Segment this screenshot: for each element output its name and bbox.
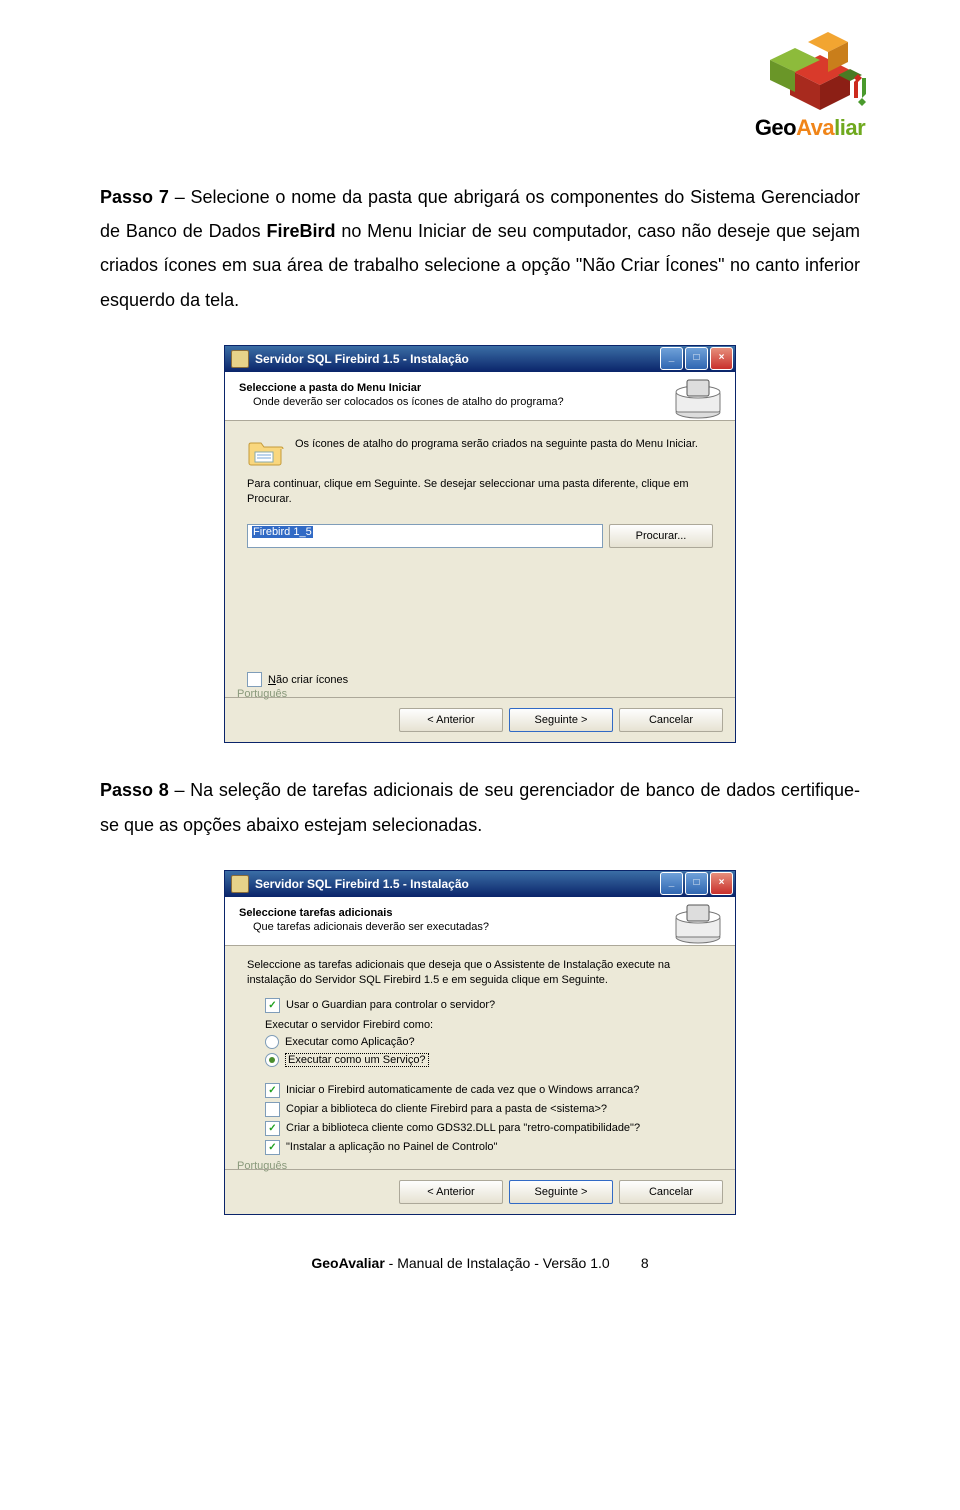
run-as-service-radio[interactable] [265, 1053, 279, 1067]
button-bar: < Anterior Seguinte > Cancelar [225, 1169, 735, 1214]
guardian-label: Usar o Guardian para controlar o servido… [286, 999, 495, 1011]
gds32-label: Criar a biblioteca cliente como GDS32.DL… [286, 1122, 640, 1134]
wizard-header: Seleccione a pasta do Menu Iniciar Onde … [225, 372, 735, 421]
installer-icon [231, 350, 249, 368]
wizard-body: Os ícones de atalho do programa serão cr… [225, 421, 735, 698]
run-as-app-radio[interactable] [265, 1035, 279, 1049]
titlebar[interactable]: Servidor SQL Firebird 1.5 - Instalação _… [225, 346, 735, 372]
step-8-paragraph: Passo 8 – Na seleção de tarefas adiciona… [100, 773, 860, 841]
guardian-checkbox[interactable]: ✓ [265, 998, 280, 1013]
disk-icon [673, 903, 723, 945]
logo-cube-icon [750, 20, 870, 115]
control-panel-checkbox[interactable]: ✓ [265, 1140, 280, 1155]
maximize-button[interactable]: □ [685, 347, 708, 370]
copy-lib-label: Copiar a biblioteca do cliente Firebird … [286, 1103, 607, 1115]
installer-icon [231, 875, 249, 893]
intro-text: Seleccione as tarefas adicionais que des… [247, 958, 713, 988]
maximize-button[interactable]: □ [685, 872, 708, 895]
info-text-1: Os ícones de atalho do programa serão cr… [295, 437, 698, 452]
footer-brand: GeoAvaliar [311, 1255, 384, 1271]
minimize-button[interactable]: _ [660, 872, 683, 895]
info-text-2: Para continuar, clique em Seguinte. Se d… [247, 477, 713, 507]
next-button[interactable]: Seguinte > [509, 1180, 613, 1204]
back-button[interactable]: < Anterior [399, 708, 503, 732]
copy-lib-checkbox[interactable] [265, 1102, 280, 1117]
footer-text: - Manual de Instalação - Versão 1.0 [385, 1255, 610, 1271]
run-as-service-label: Executar como um Serviço? [285, 1054, 429, 1066]
cancel-button[interactable]: Cancelar [619, 708, 723, 732]
page-footer: GeoAvaliar - Manual de Instalação - Vers… [100, 1255, 860, 1271]
logo-text: GeoAvaliar [750, 115, 870, 141]
wizard-body: Seleccione as tarefas adicionais que des… [225, 946, 735, 1169]
minimize-button[interactable]: _ [660, 347, 683, 370]
control-panel-label: "Instalar a aplicação no Painel de Contr… [286, 1141, 497, 1153]
wizard-header: Seleccione tarefas adicionais Que tarefa… [225, 897, 735, 946]
disk-icon [673, 378, 723, 420]
run-as-app-label: Executar como Aplicação? [285, 1036, 415, 1048]
wizard-heading: Seleccione a pasta do Menu Iniciar [239, 382, 721, 394]
next-button[interactable]: Seguinte > [509, 708, 613, 732]
step-7-paragraph: Passo 7 – Selecione o nome da pasta que … [100, 180, 860, 317]
exec-mode-heading: Executar o servidor Firebird como: [247, 1019, 713, 1031]
close-button[interactable]: × [710, 872, 733, 895]
no-icons-label: Não criar ícones [268, 674, 348, 686]
titlebar[interactable]: Servidor SQL Firebird 1.5 - Instalação _… [225, 871, 735, 897]
wizard-heading: Seleccione tarefas adicionais [239, 907, 721, 919]
gds32-checkbox[interactable]: ✓ [265, 1121, 280, 1136]
folder-name-input[interactable]: Firebird 1_5 [247, 524, 603, 548]
cancel-button[interactable]: Cancelar [619, 1180, 723, 1204]
window-title: Servidor SQL Firebird 1.5 - Instalação [255, 352, 660, 366]
wizard-subheading: Que tarefas adicionais deverão ser execu… [239, 921, 721, 933]
button-bar: < Anterior Seguinte > Cancelar [225, 697, 735, 742]
autostart-label: Iniciar o Firebird automaticamente de ca… [286, 1084, 639, 1096]
page-number: 8 [641, 1255, 649, 1271]
folder-icon [247, 437, 285, 469]
wizard-subheading: Onde deverão ser colocados os ícones de … [239, 396, 721, 408]
firebird-name: FireBird [266, 221, 335, 241]
logo: GeoAvaliar [750, 20, 870, 141]
back-button[interactable]: < Anterior [399, 1180, 503, 1204]
browse-button[interactable]: Procurar... [609, 524, 713, 548]
installer-window-2: Servidor SQL Firebird 1.5 - Instalação _… [224, 870, 736, 1215]
installer-window-1: Servidor SQL Firebird 1.5 - Instalação _… [224, 345, 736, 744]
close-button[interactable]: × [710, 347, 733, 370]
autostart-checkbox[interactable]: ✓ [265, 1083, 280, 1098]
window-title: Servidor SQL Firebird 1.5 - Instalação [255, 877, 660, 891]
step-7-label: Passo 7 [100, 187, 169, 207]
step-8-label: Passo 8 [100, 780, 169, 800]
no-icons-checkbox[interactable] [247, 672, 262, 687]
